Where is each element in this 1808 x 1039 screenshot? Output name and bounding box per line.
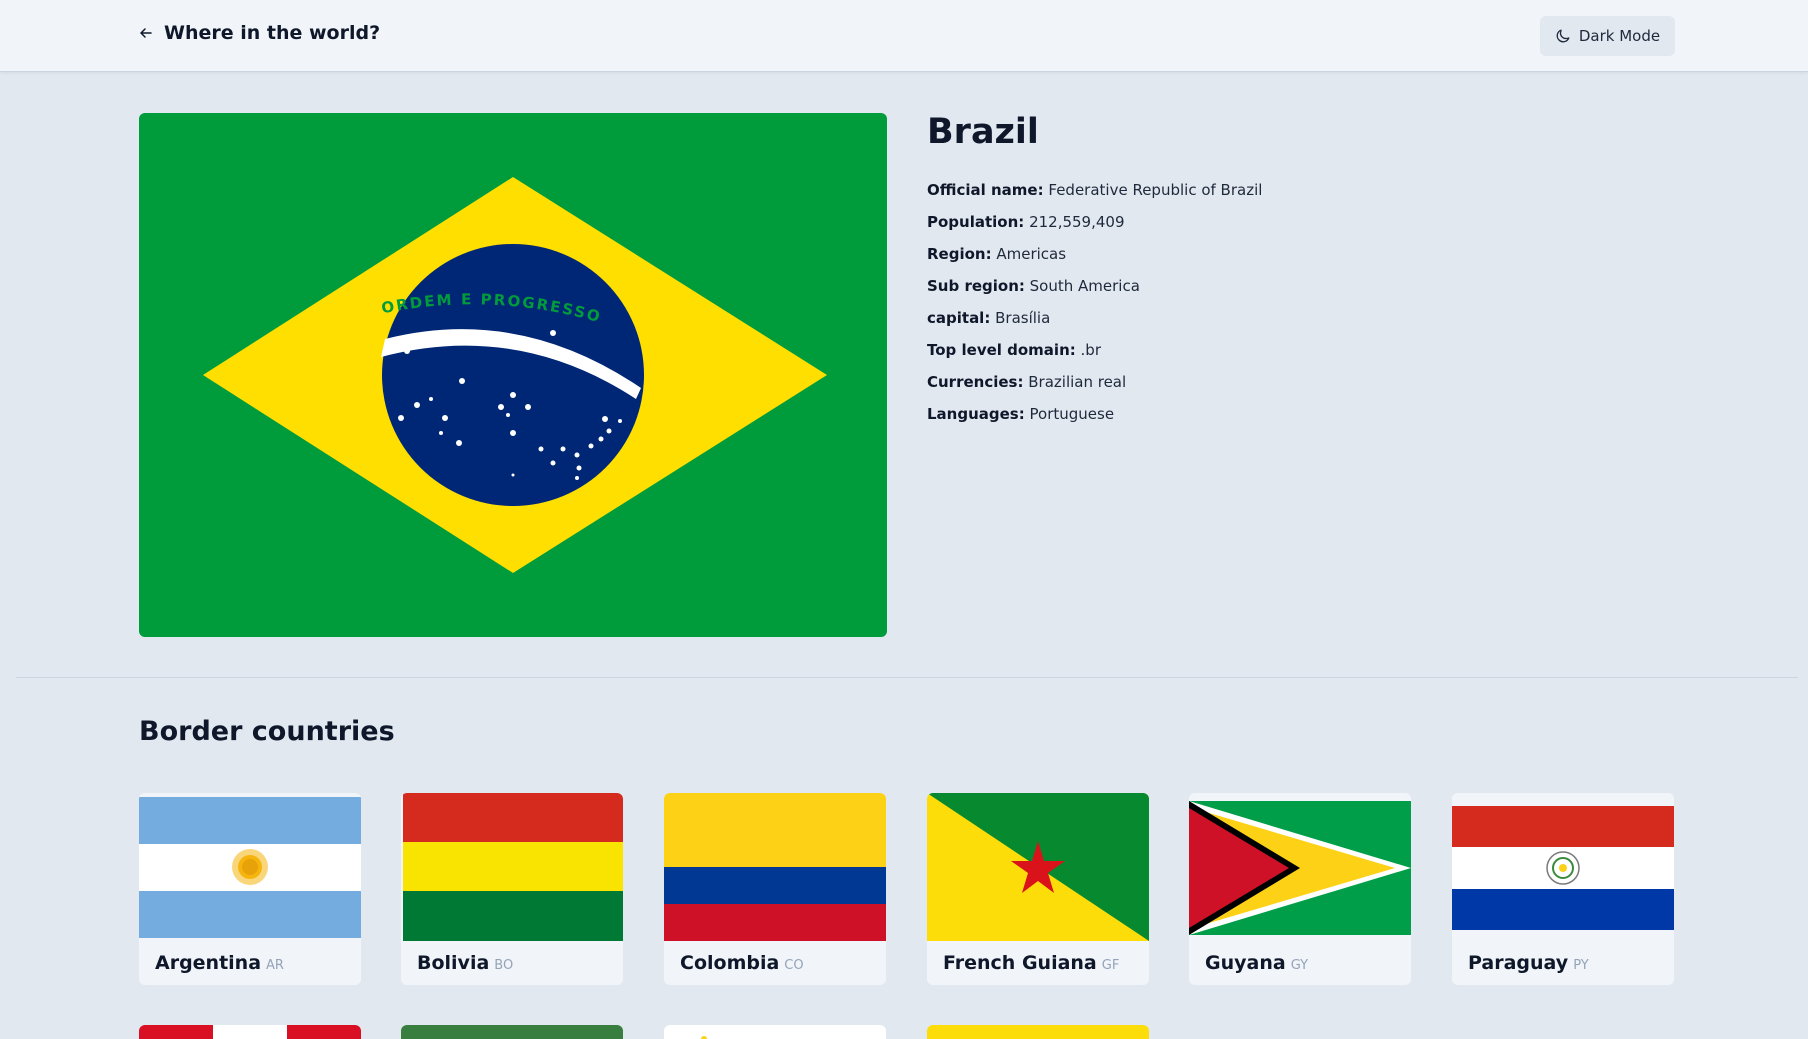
country-card-code: AR <box>266 958 284 973</box>
detail-official-name: Official name: Federative Republic of Br… <box>927 181 1263 199</box>
flag-bolivia <box>401 793 623 943</box>
dark-mode-label: Dark Mode <box>1578 27 1661 45</box>
detail-top-level-domain: Top level domain: .br <box>927 341 1101 359</box>
country-card-code: PY <box>1573 958 1589 973</box>
card-caption: Colombia CO <box>680 952 804 974</box>
app-title[interactable]: Where in the world? <box>164 22 380 44</box>
country-details: Brazil Official name: Federative Republi… <box>927 110 1627 430</box>
country-card-name: Argentina <box>155 952 262 974</box>
border-country-card-bolivia[interactable]: Bolivia BO <box>401 793 623 985</box>
country-name: Brazil <box>927 112 1039 152</box>
detail-sub-region: Sub region: South America <box>927 277 1140 295</box>
country-card-code: GY <box>1290 958 1309 973</box>
card-caption: French Guiana GF <box>943 952 1119 974</box>
arrow-left-icon[interactable] <box>138 25 154 41</box>
border-country-card-suriname[interactable] <box>401 1025 623 1039</box>
border-country-card-paraguay[interactable]: Paraguay PY <box>1452 793 1674 985</box>
country-card-code: GF <box>1101 958 1120 973</box>
section-divider <box>16 677 1798 678</box>
flag-colombia <box>664 793 886 943</box>
country-card-name: Colombia <box>680 952 780 974</box>
card-caption: Bolivia BO <box>417 952 513 974</box>
flag-argentina <box>139 793 361 943</box>
country-card-name: Paraguay <box>1468 952 1569 974</box>
flag-guyana <box>1189 793 1411 943</box>
dark-mode-button[interactable]: Dark Mode <box>1540 16 1675 56</box>
border-country-card-uruguay[interactable] <box>664 1025 886 1039</box>
moon-icon <box>1555 28 1571 44</box>
detail-population: Population: 212,559,409 <box>927 213 1125 231</box>
border-country-card-argentina[interactable]: Argentina AR <box>139 793 361 985</box>
top-bar: Where in the world? Dark Mode <box>0 0 1808 72</box>
border-country-card-peru[interactable] <box>139 1025 361 1039</box>
card-caption: Paraguay PY <box>1468 952 1589 974</box>
card-caption: Argentina AR <box>155 952 284 974</box>
detail-languages: Languages: Portuguese <box>927 405 1115 423</box>
border-country-card-guyana[interactable]: Guyana GY <box>1189 793 1411 985</box>
card-caption: Guyana GY <box>1205 952 1308 974</box>
flag-paraguay <box>1452 793 1674 943</box>
detail-currencies: Currencies: Brazilian real <box>927 373 1127 391</box>
country-card-name: Guyana <box>1205 952 1286 974</box>
country-flag-image: ORDEM E PROGRESSO <box>139 113 887 637</box>
detail-capital: capital: Brasília <box>927 309 1051 327</box>
country-card-code: CO <box>784 958 804 973</box>
back-link[interactable]: Where in the world? <box>138 22 380 44</box>
border-country-card-colombia[interactable]: Colombia CO <box>664 793 886 985</box>
country-card-name: French Guiana <box>943 952 1097 974</box>
border-country-card-venezuela[interactable] <box>927 1025 1149 1039</box>
country-card-code: BO <box>494 958 514 973</box>
border-country-card-french-guiana[interactable]: French Guiana GF <box>927 793 1149 985</box>
country-card-name: Bolivia <box>417 952 490 974</box>
flag-french-guiana <box>927 793 1149 943</box>
border-countries-heading: Border countries <box>139 716 395 747</box>
detail-region: Region: Americas <box>927 245 1067 263</box>
